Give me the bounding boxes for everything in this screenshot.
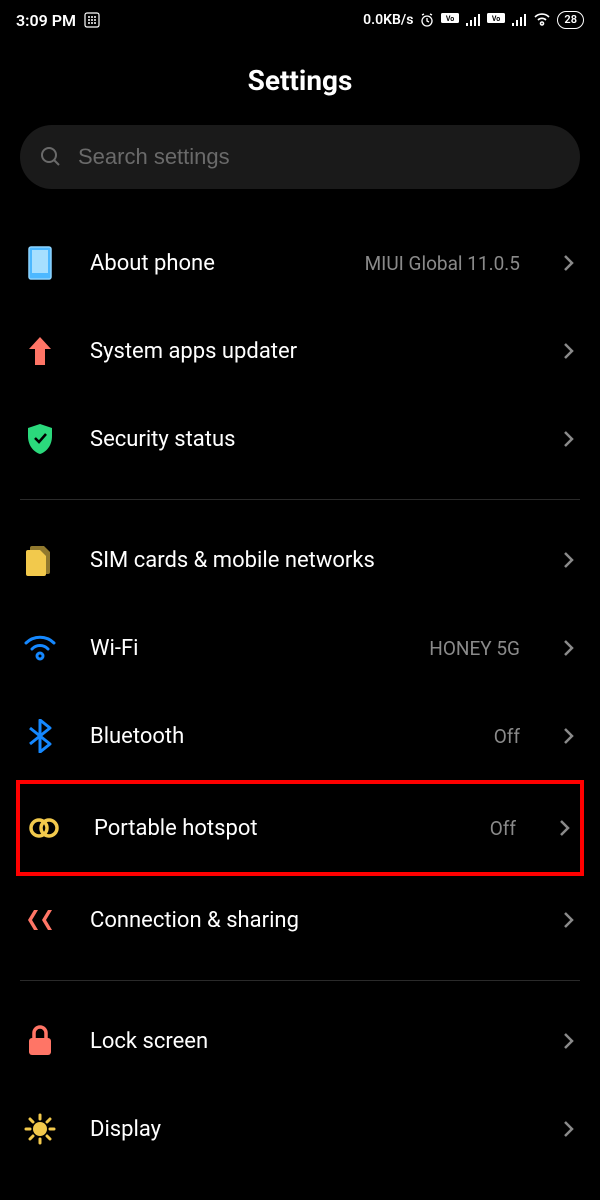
chevron-right-icon (558, 1032, 580, 1050)
alarm-icon (419, 12, 435, 28)
shield-icon (20, 423, 60, 455)
arrow-up-icon (20, 335, 60, 367)
chevron-right-icon (558, 254, 580, 272)
item-value: HONEY 5G (429, 637, 520, 660)
grid-icon (84, 12, 100, 28)
volte-icon-1: Vo (441, 13, 459, 27)
signal-icon-1 (465, 14, 481, 26)
chevron-right-icon (558, 551, 580, 569)
statusbar: 3:09 PM 0.0KB/s Vo Vo 28 (0, 0, 600, 40)
signal-icon-2 (511, 14, 527, 26)
item-value: Off (494, 725, 520, 748)
sim-icon (20, 544, 60, 576)
chevron-right-icon (558, 911, 580, 929)
highlight-box: Portable hotspot Off (16, 780, 584, 876)
hotspot-icon (24, 817, 64, 839)
item-label: Display (90, 1117, 528, 1142)
phone-icon (20, 246, 60, 280)
connection-icon (20, 906, 60, 934)
item-value: Off (490, 817, 516, 840)
item-value: MIUI Global 11.0.5 (365, 252, 520, 275)
sun-icon (20, 1113, 60, 1145)
item-system-apps-updater[interactable]: System apps updater (20, 307, 580, 395)
item-wifi[interactable]: Wi-Fi HONEY 5G (20, 604, 580, 692)
item-about-phone[interactable]: About phone MIUI Global 11.0.5 (20, 219, 580, 307)
search-input[interactable] (78, 144, 560, 170)
item-label: SIM cards & mobile networks (90, 548, 528, 573)
item-display[interactable]: Display (20, 1085, 580, 1173)
item-connection-sharing[interactable]: Connection & sharing (20, 876, 580, 964)
chevron-right-icon (558, 430, 580, 448)
svg-text:Vo: Vo (446, 15, 454, 23)
svg-text:Vo: Vo (492, 15, 500, 23)
item-label: Portable hotspot (94, 816, 460, 841)
chevron-right-icon (554, 819, 576, 837)
item-portable-hotspot[interactable]: Portable hotspot Off (24, 784, 576, 872)
divider (20, 980, 580, 981)
battery-level: 28 (557, 11, 584, 29)
search-bar[interactable] (20, 125, 580, 189)
item-label: Lock screen (90, 1029, 528, 1054)
wifi-icon (533, 13, 551, 27)
lock-icon (20, 1025, 60, 1057)
item-label: System apps updater (90, 339, 528, 364)
page-title: Settings (0, 40, 600, 125)
item-lock-screen[interactable]: Lock screen (20, 997, 580, 1085)
divider (20, 499, 580, 500)
chevron-right-icon (558, 639, 580, 657)
netspeed: 0.0KB/s (363, 12, 413, 28)
item-sim-cards[interactable]: SIM cards & mobile networks (20, 516, 580, 604)
chevron-right-icon (558, 727, 580, 745)
item-label: Bluetooth (90, 724, 464, 749)
item-label: Security status (90, 427, 528, 452)
chevron-right-icon (558, 1120, 580, 1138)
search-icon (40, 146, 62, 168)
item-security-status[interactable]: Security status (20, 395, 580, 483)
item-label: About phone (90, 251, 335, 276)
clock-time: 3:09 PM (16, 11, 76, 30)
chevron-right-icon (558, 342, 580, 360)
bluetooth-icon (20, 719, 60, 753)
volte-icon-2: Vo (487, 13, 505, 27)
wifi-icon (20, 635, 60, 661)
item-bluetooth[interactable]: Bluetooth Off (20, 692, 580, 780)
item-label: Connection & sharing (90, 908, 528, 933)
item-label: Wi-Fi (90, 636, 399, 661)
